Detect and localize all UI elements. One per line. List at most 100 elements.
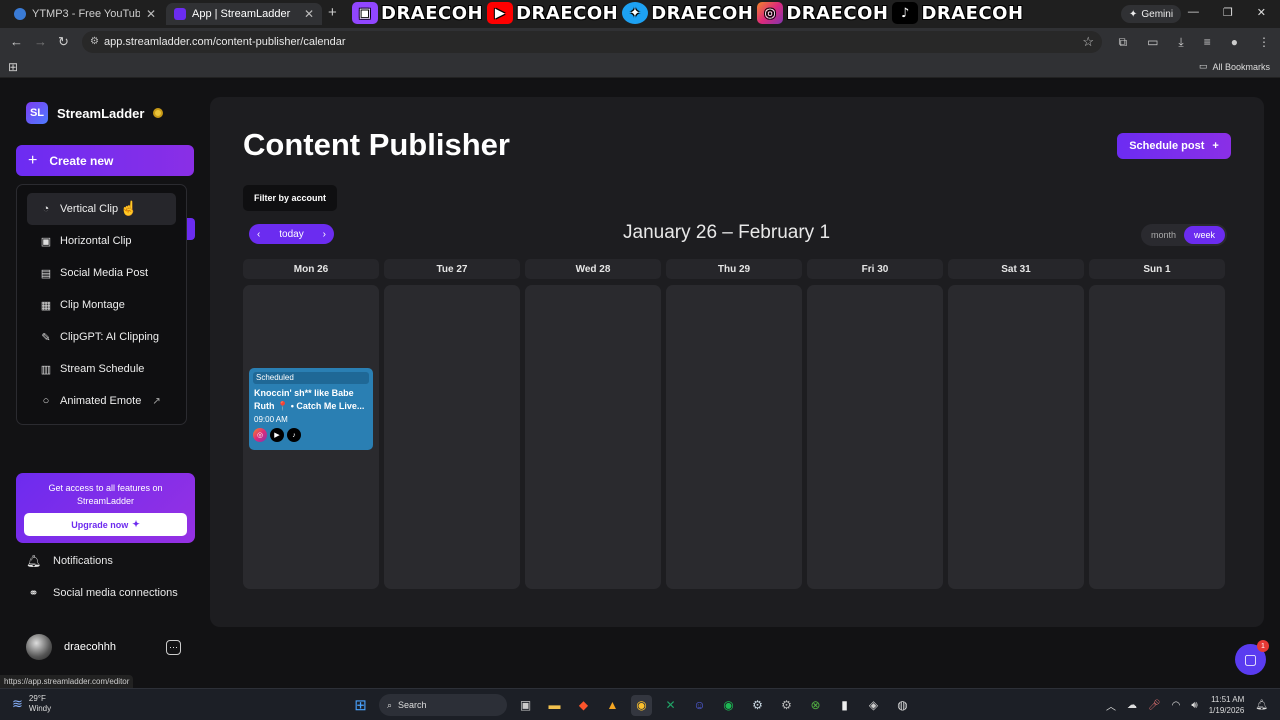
day-column-fri[interactable] (807, 285, 943, 589)
excel-icon[interactable]: ✕ (660, 695, 681, 716)
day-column-sat[interactable] (948, 285, 1084, 589)
schedule-post-button[interactable]: Schedule post + (1117, 133, 1231, 159)
instagram-icon: ◎ (757, 2, 784, 24)
bookmark-star-icon[interactable]: ☆ (1082, 34, 1094, 50)
username: draecohhh (64, 641, 116, 653)
magic-wand-icon: ✎ (41, 331, 51, 344)
apps-grid-icon[interactable]: ⊞ (8, 60, 18, 74)
upgrade-text: Get access to all features on StreamLadd… (48, 483, 163, 506)
taskbar-search[interactable]: ⌕ Search (379, 694, 507, 716)
avatar (26, 634, 52, 660)
browser-tab-ytmp3[interactable]: YTMP3 - Free YouTube to MP3 ✕ (6, 3, 164, 25)
calendar-icon: ▥ (40, 363, 52, 376)
brand-logo[interactable]: SL StreamLadder (26, 102, 164, 124)
extensions-icon[interactable]: ⧉ (1119, 35, 1128, 50)
site-info-icon[interactable]: ⚙ (90, 36, 99, 47)
streamladder-app: SL StreamLadder + Create new ◔ Vertical … (0, 80, 1280, 688)
sparkle-icon: ✦ (1129, 8, 1138, 20)
menu-item-vertical-clip[interactable]: ◔ Vertical Clip ☝ (27, 193, 176, 225)
settings-icon[interactable]: ⚙ (776, 695, 797, 716)
discord-icon[interactable]: ☺ (689, 695, 710, 716)
taskbar-apps: ⊞ ⌕ Search ▣ ▬ ◆ ▲ ◉ ✕ ☺ ◉ ⚙ ⚙ ⊗ ▮ ◈ ◍ (350, 694, 913, 716)
clock[interactable]: 11:51 AM 1/19/2026 (1209, 694, 1245, 716)
obs-icon[interactable]: ◍ (892, 695, 913, 716)
windows-start-icon[interactable]: ⊞ (350, 695, 371, 716)
scheduled-post-card[interactable]: Scheduled Knoccin' sh** like Babe Ruth 📍… (249, 368, 373, 450)
browser-tab-streamladder[interactable]: App | StreamLadder ✕ (166, 3, 322, 25)
new-tab-icon[interactable]: + (328, 4, 337, 21)
tiktok-icon: ♪ (287, 428, 301, 442)
month-view-button[interactable]: month (1143, 226, 1184, 244)
weather-widget[interactable]: ≋ 29°F Windy (12, 694, 51, 714)
week-view-button[interactable]: week (1184, 226, 1225, 244)
url-text: app.streamladder.com/content-publisher/c… (104, 36, 346, 48)
file-explorer-icon[interactable]: ▬ (544, 695, 565, 716)
menu-item-social-media-post[interactable]: ▤ Social Media Post (27, 257, 176, 289)
next-week-icon[interactable]: › (323, 229, 326, 240)
more-options-icon[interactable]: ··· (166, 639, 181, 655)
brave-icon[interactable]: ◆ (573, 695, 594, 716)
profile-icon[interactable]: ● (1231, 35, 1238, 50)
date-range-title: January 26 – February 1 (623, 222, 831, 243)
date-navigation: ‹ today › (249, 224, 334, 244)
chat-support-button[interactable]: ▢ 1 (1235, 640, 1269, 675)
download-icon[interactable]: ⤓ (1178, 35, 1183, 50)
spotify-icon[interactable]: ◉ (718, 695, 739, 716)
epic-games-icon[interactable]: ▮ (834, 695, 855, 716)
url-bar[interactable]: ⚙ app.streamladder.com/content-publisher… (82, 31, 1102, 53)
menu-item-clip-montage[interactable]: ▦ Clip Montage (27, 289, 176, 321)
sidepanel-icon[interactable]: ▭ (1147, 35, 1158, 50)
filter-by-account-button[interactable]: Filter by account (243, 185, 337, 211)
close-window-icon[interactable]: ✕ (1257, 6, 1266, 19)
sidebar-active-indicator (186, 218, 195, 240)
day-header: Sat 31 (948, 259, 1084, 279)
create-new-button[interactable]: + Create new (16, 145, 194, 176)
notifications-link[interactable]: 🔔︎ Notifications (26, 554, 113, 568)
day-column-tue[interactable] (384, 285, 520, 589)
mic-icon[interactable]: 🎤︎ (1148, 700, 1161, 711)
forward-icon[interactable]: → (34, 34, 47, 49)
reload-icon[interactable]: ↻ (58, 34, 69, 50)
prev-week-icon[interactable]: ‹ (257, 229, 260, 240)
day-column-wed[interactable] (525, 285, 661, 589)
content-publisher-panel: Content Publisher Schedule post + Filter… (210, 97, 1264, 627)
volume-icon[interactable]: 🔊︎ (1191, 700, 1197, 711)
maximize-icon[interactable]: ❐ (1223, 6, 1233, 19)
external-link-icon: ↗ (152, 395, 161, 407)
notifications-bell-icon[interactable]: 🔔︎ (1255, 700, 1268, 711)
minimize-icon[interactable]: — (1188, 6, 1199, 19)
day-column-thu[interactable] (666, 285, 802, 589)
all-bookmarks[interactable]: ▭ All Bookmarks (1199, 61, 1270, 72)
chevron-up-icon[interactable]: ︿ (1106, 698, 1116, 713)
task-view-icon[interactable]: ▣ (515, 695, 536, 716)
gold-badge-icon (153, 108, 164, 118)
cloud-icon[interactable]: ☁ (1127, 700, 1137, 711)
page-title: Content Publisher (243, 127, 510, 162)
menu-item-horizontal-clip[interactable]: ▣ Horizontal Clip (27, 225, 176, 257)
wifi-icon[interactable]: ◠ (1172, 700, 1181, 711)
menu-item-animated-emote[interactable]: ○ Animated Emote ↗ (27, 385, 176, 417)
montage-icon: ▦ (40, 299, 52, 312)
plus-icon: + (1212, 140, 1219, 152)
close-tab-icon[interactable]: ✕ (304, 7, 314, 21)
today-button[interactable]: today (279, 229, 303, 240)
upgrade-now-button[interactable]: Upgrade now ✦ (24, 513, 187, 536)
fl-studio-icon[interactable]: ▲ (602, 695, 623, 716)
close-tab-icon[interactable]: ✕ (146, 7, 156, 21)
day-column-sun[interactable] (1089, 285, 1225, 589)
menu-dots-icon[interactable]: ⋮ (1258, 35, 1270, 50)
user-profile[interactable]: draecohhh ··· (26, 634, 181, 660)
media-icon[interactable]: ≡ (1204, 35, 1211, 50)
social-connections-link[interactable]: ⚭ Social media connections (26, 586, 177, 600)
gemini-button[interactable]: ✦ Gemini (1121, 5, 1182, 23)
davinci-icon[interactable]: ◈ (863, 695, 884, 716)
xbox-icon[interactable]: ⊗ (805, 695, 826, 716)
steam-icon[interactable]: ⚙ (747, 695, 768, 716)
back-icon[interactable]: ← (10, 34, 23, 49)
menu-item-stream-schedule[interactable]: ▥ Stream Schedule (27, 353, 176, 385)
menu-item-clipgpt[interactable]: ✎ ClipGPT: AI Clipping (27, 321, 176, 353)
chrome-icon[interactable]: ◉ (631, 694, 652, 716)
link-preview-status: https://app.streamladder.com/editor (0, 675, 134, 688)
tab-title: YTMP3 - Free YouTube to MP3 (32, 8, 140, 20)
day-header: Thu 29 (666, 259, 802, 279)
